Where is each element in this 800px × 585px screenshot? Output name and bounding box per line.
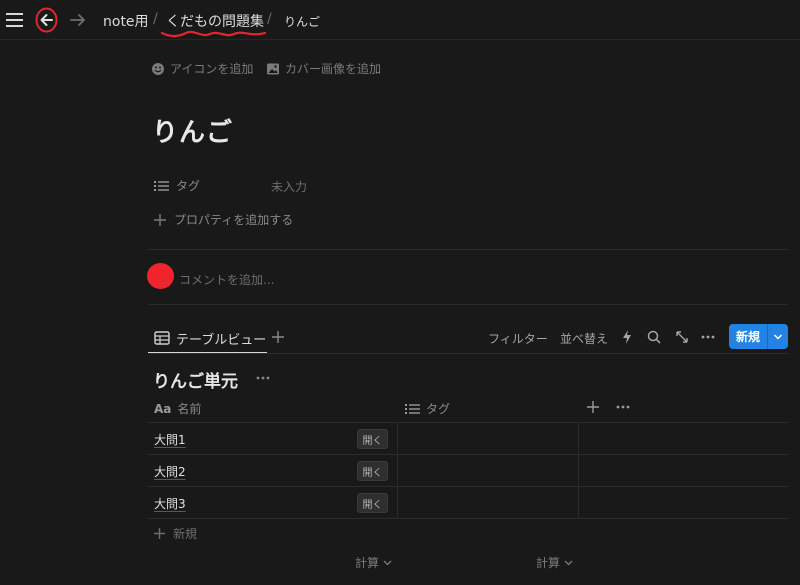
column-tag-label: タグ <box>426 402 451 416</box>
annotation-underline <box>160 28 268 40</box>
avatar <box>147 263 174 289</box>
more-icon[interactable] <box>616 405 630 409</box>
tab-label: テーブルビュー <box>176 332 267 348</box>
table-bottom-border <box>148 518 788 519</box>
tab-table-view[interactable]: テーブルビュー <box>148 324 267 354</box>
breadcrumb-separator: / <box>267 11 272 27</box>
column-header-name[interactable]: Aa 名前 <box>154 400 201 417</box>
cell-divider <box>397 487 398 519</box>
expand-icon[interactable] <box>675 330 689 344</box>
row-title[interactable]: 大問1 <box>154 431 186 448</box>
more-icon[interactable] <box>701 335 715 339</box>
table-row[interactable]: 大問3 開く <box>148 486 788 519</box>
chevron-down-icon <box>564 560 573 566</box>
column-name-label: 名前 <box>177 402 202 416</box>
list-icon <box>154 180 169 192</box>
calculate-label: 計算 <box>355 556 380 570</box>
page-title[interactable]: りんご <box>152 112 233 149</box>
cell-divider <box>397 423 398 455</box>
add-icon-label: アイコンを追加 <box>170 62 254 76</box>
plus-icon <box>153 213 167 227</box>
open-button[interactable]: 開く <box>357 493 388 513</box>
toolbar-divider <box>148 353 788 354</box>
open-button[interactable]: 開く <box>357 461 388 481</box>
calculate-label: 計算 <box>536 556 561 570</box>
property-tag-name: タグ <box>176 179 201 193</box>
list-icon <box>405 403 420 415</box>
smiley-icon <box>151 62 165 76</box>
add-icon-button[interactable]: アイコンを追加 <box>151 60 253 77</box>
add-view-button[interactable] <box>271 330 285 344</box>
cell-divider <box>397 455 398 487</box>
cell-divider <box>578 455 579 487</box>
add-row-label: 新規 <box>173 527 198 541</box>
add-column-button[interactable] <box>587 401 599 413</box>
comment-input[interactable]: コメントを追加... <box>179 271 274 288</box>
open-button[interactable]: 開く <box>357 429 388 449</box>
divider <box>148 249 788 250</box>
chevron-down-icon <box>383 560 392 566</box>
calculate-button[interactable]: 計算 <box>536 554 573 571</box>
table-row[interactable]: 大問1 開く <box>148 422 788 455</box>
cell-divider <box>578 423 579 455</box>
image-icon <box>266 62 280 76</box>
menu-icon[interactable] <box>6 12 24 28</box>
forward-arrow-icon[interactable] <box>68 11 88 29</box>
back-arrow-icon[interactable] <box>34 7 60 33</box>
plus-icon <box>153 527 166 540</box>
filter-button[interactable]: フィルター <box>488 330 548 347</box>
add-property-label: プロパティを追加する <box>174 213 294 227</box>
breadcrumb-workspace[interactable]: note用 <box>103 11 149 31</box>
cell-divider <box>578 487 579 519</box>
table-icon <box>154 331 170 345</box>
table-row[interactable]: 大問2 開く <box>148 454 788 487</box>
add-cover-button[interactable]: カバー画像を追加 <box>266 60 381 77</box>
sort-button[interactable]: 並べ替え <box>560 330 608 347</box>
breadcrumb-current[interactable]: りんご <box>284 13 320 30</box>
chevron-down-icon[interactable] <box>767 324 788 349</box>
new-button[interactable]: 新規 <box>729 324 788 349</box>
row-title[interactable]: 大問3 <box>154 495 186 512</box>
add-row-button[interactable]: 新規 <box>153 525 197 542</box>
new-button-label: 新規 <box>735 330 760 344</box>
property-tag-value[interactable]: 未入力 <box>271 178 307 195</box>
property-tag-label[interactable]: タグ <box>154 177 200 194</box>
divider <box>148 304 788 305</box>
column-header-tag[interactable]: タグ <box>405 400 450 417</box>
breadcrumb-separator: / <box>153 11 158 27</box>
row-title[interactable]: 大問2 <box>154 463 186 480</box>
more-icon[interactable] <box>256 376 270 380</box>
add-property-button[interactable]: プロパティを追加する <box>153 211 293 228</box>
text-type-icon: Aa <box>154 401 172 416</box>
search-icon[interactable] <box>647 330 661 344</box>
lightning-icon[interactable] <box>621 329 633 345</box>
calculate-button[interactable]: 計算 <box>355 554 392 571</box>
database-title[interactable]: りんご単元 <box>153 367 238 392</box>
add-cover-label: カバー画像を追加 <box>285 62 382 76</box>
